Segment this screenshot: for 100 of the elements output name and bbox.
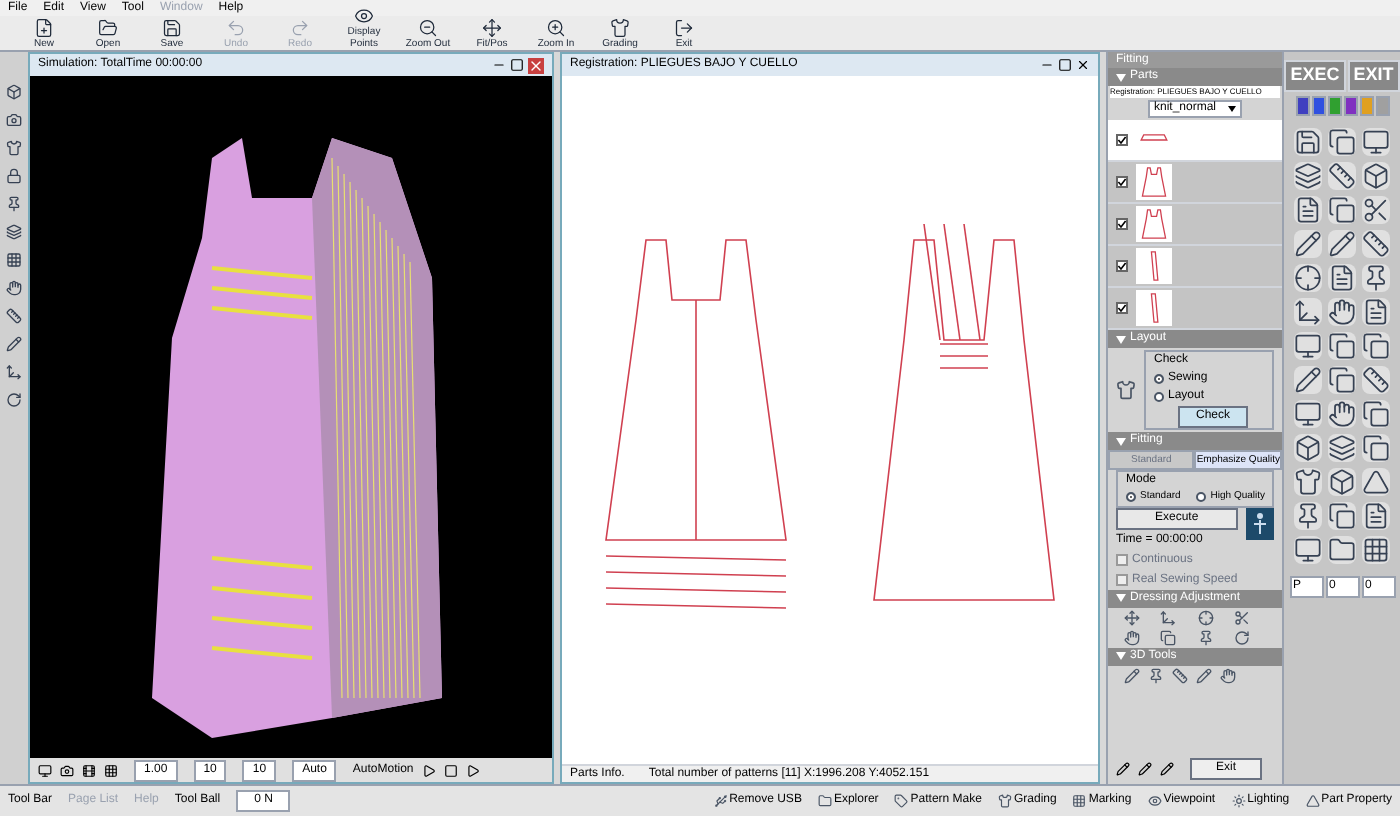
palette-tool-icon[interactable] xyxy=(1362,229,1390,257)
palette-tool-icon[interactable] xyxy=(1328,161,1356,189)
minimize-icon[interactable] xyxy=(1040,58,1054,72)
task-icon[interactable] xyxy=(1305,794,1320,808)
dropdown-caret-icon[interactable] xyxy=(1228,106,1236,112)
collapse-caret-icon[interactable] xyxy=(1116,437,1126,445)
view-tool-icon[interactable] xyxy=(38,763,52,777)
pen-tool-icon[interactable] xyxy=(1116,762,1130,776)
radio-button[interactable] xyxy=(1126,492,1136,503)
tool-icon[interactable] xyxy=(6,196,22,212)
palette-tool-icon[interactable] xyxy=(1362,161,1390,189)
palette-tool-icon[interactable] xyxy=(1362,365,1390,393)
tool-icon[interactable] xyxy=(6,140,22,156)
option-checkbox[interactable] xyxy=(1116,554,1128,566)
task-icon[interactable] xyxy=(1147,794,1162,808)
tool-icon[interactable] xyxy=(6,308,22,324)
task-icon[interactable] xyxy=(1072,794,1087,808)
task-icon[interactable] xyxy=(1231,794,1246,808)
palette-tool-icon[interactable] xyxy=(1294,467,1322,495)
adjust-tool-icon[interactable] xyxy=(1160,629,1177,645)
option-checkbox[interactable] xyxy=(1116,574,1128,586)
palette-tool-icon[interactable] xyxy=(1362,501,1390,529)
tool-icon[interactable] xyxy=(6,364,22,380)
collapse-caret-icon[interactable] xyxy=(1116,73,1126,81)
palette-tool-icon[interactable] xyxy=(1294,433,1322,461)
palette-tool-icon[interactable] xyxy=(1362,535,1390,563)
palette-tool-icon[interactable] xyxy=(1294,161,1322,189)
pen-swatch[interactable] xyxy=(1295,95,1309,115)
palette-tool-icon[interactable] xyxy=(1362,399,1390,427)
task-icon[interactable] xyxy=(713,794,728,808)
3d-tool-icon[interactable] xyxy=(1148,667,1164,683)
exit-button[interactable]: EXIT xyxy=(1347,60,1400,91)
palette-tool-icon[interactable] xyxy=(1328,331,1356,359)
maximize-icon[interactable] xyxy=(1058,58,1072,72)
adjust-tool-icon[interactable] xyxy=(1124,629,1140,645)
palette-tool-icon[interactable] xyxy=(1294,127,1322,155)
palette-tool-icon[interactable] xyxy=(1362,331,1390,359)
3d-tool-icon[interactable] xyxy=(1220,667,1236,683)
3d-tool-icon[interactable] xyxy=(1124,667,1140,683)
radio-button[interactable] xyxy=(1196,492,1207,503)
palette-tool-icon[interactable] xyxy=(1294,331,1322,359)
view-tool-icon[interactable] xyxy=(104,763,118,777)
tool-icon[interactable] xyxy=(6,392,22,408)
close-icon[interactable] xyxy=(1076,58,1090,72)
collapse-caret-icon[interactable] xyxy=(1116,335,1126,343)
palette-tool-icon[interactable] xyxy=(1328,467,1356,495)
part-row[interactable] xyxy=(1108,162,1282,204)
pen-tool-icon[interactable] xyxy=(1138,762,1152,776)
palette-tool-icon[interactable] xyxy=(1362,263,1390,291)
palette-tool-icon[interactable] xyxy=(1328,535,1356,563)
exec-button[interactable]: EXEC xyxy=(1284,60,1346,91)
3d-tool-icon[interactable] xyxy=(1172,667,1188,683)
part-checkbox[interactable] xyxy=(1116,260,1128,272)
tool-icon[interactable] xyxy=(6,84,22,100)
palette-tool-icon[interactable] xyxy=(1328,433,1356,461)
task-icon[interactable] xyxy=(894,794,909,808)
palette-tool-icon[interactable] xyxy=(1328,501,1356,529)
pen-swatch[interactable] xyxy=(1343,95,1357,115)
part-checkbox[interactable] xyxy=(1116,302,1128,314)
3d-tool-icon[interactable] xyxy=(1196,667,1212,683)
part-checkbox[interactable] xyxy=(1116,218,1128,230)
tool-icon[interactable] xyxy=(6,280,22,296)
adjust-tool-icon[interactable] xyxy=(1197,629,1213,645)
palette-tool-icon[interactable] xyxy=(1294,535,1322,563)
pen-tool-icon[interactable] xyxy=(1160,762,1174,776)
tool-icon[interactable] xyxy=(6,224,22,240)
palette-tool-icon[interactable] xyxy=(1294,263,1322,291)
palette-tool-icon[interactable] xyxy=(1294,399,1322,427)
part-checkbox[interactable] xyxy=(1116,176,1128,188)
palette-tool-icon[interactable] xyxy=(1362,195,1390,223)
palette-tool-icon[interactable] xyxy=(1328,297,1356,325)
adjust-tool-icon[interactable] xyxy=(1197,609,1213,625)
tool-icon[interactable] xyxy=(6,336,22,352)
palette-tool-icon[interactable] xyxy=(1362,433,1390,461)
pen-swatch[interactable] xyxy=(1311,95,1325,115)
radio-button[interactable] xyxy=(1154,392,1164,402)
palette-tool-icon[interactable] xyxy=(1362,297,1390,325)
palette-tool-icon[interactable] xyxy=(1294,501,1322,529)
tool-icon[interactable] xyxy=(6,112,22,128)
palette-tool-icon[interactable] xyxy=(1328,399,1356,427)
palette-tool-icon[interactable] xyxy=(1328,365,1356,393)
palette-tool-icon[interactable] xyxy=(1362,127,1390,155)
view-tool-icon[interactable] xyxy=(60,763,74,777)
adjust-tool-icon[interactable] xyxy=(1160,609,1177,625)
adjust-tool-icon[interactable] xyxy=(1233,629,1250,645)
part-row[interactable] xyxy=(1108,204,1282,246)
pen-swatch[interactable] xyxy=(1375,95,1389,115)
pen-swatch[interactable] xyxy=(1327,95,1341,115)
palette-tool-icon[interactable] xyxy=(1294,297,1322,325)
task-icon[interactable] xyxy=(817,794,832,808)
palette-tool-icon[interactable] xyxy=(1294,195,1322,223)
adjust-tool-icon[interactable] xyxy=(1124,609,1140,625)
palette-tool-icon[interactable] xyxy=(1294,229,1322,257)
radio-button[interactable] xyxy=(1154,374,1164,384)
adjust-tool-icon[interactable] xyxy=(1233,609,1250,625)
pen-swatch[interactable] xyxy=(1359,95,1373,115)
tool-icon[interactable] xyxy=(6,168,22,184)
collapse-caret-icon[interactable] xyxy=(1116,652,1126,660)
task-icon[interactable] xyxy=(997,794,1012,808)
palette-tool-icon[interactable] xyxy=(1328,229,1356,257)
